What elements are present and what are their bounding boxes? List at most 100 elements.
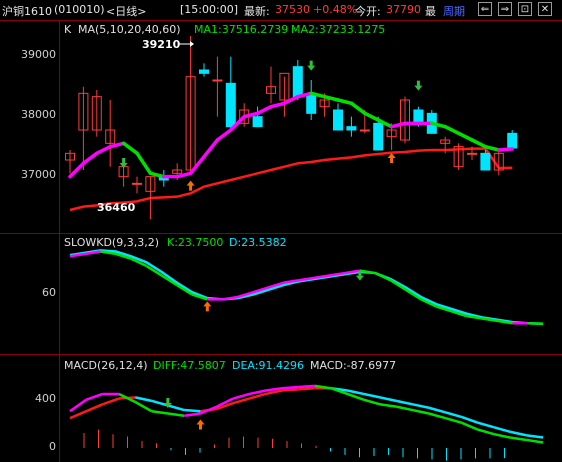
ma1-segment [81, 151, 99, 166]
ma1-segment [269, 101, 287, 109]
macd-diff-segment [69, 398, 88, 413]
macd-diff-segment [379, 403, 397, 408]
macd-diff-segment [281, 385, 299, 390]
macd-buy-arrow-icon [196, 419, 205, 430]
kd-d-line [69, 249, 544, 326]
kd-buy-arrow-icon [203, 301, 212, 312]
macd-diff-segment [183, 412, 201, 418]
slowkd-params-label: SLOWKD(9,3,3,2) [64, 236, 160, 249]
ma1-segment [135, 151, 153, 176]
ma1-segment [443, 124, 461, 136]
macd-params-label: MACD(26,12,4) [64, 359, 148, 372]
candle-body [306, 92, 317, 114]
macd-diff-segment [510, 436, 527, 442]
macd-diff-segment [395, 405, 413, 412]
ma1-segment [349, 101, 367, 116]
macd-diff-segment [477, 428, 495, 436]
candle-body [413, 109, 424, 124]
macd-dea-segment [298, 386, 315, 391]
macd-diff-segment [167, 412, 185, 418]
kd-k-value: K:23.7500 [167, 236, 224, 249]
macd-dea-segment [395, 399, 413, 406]
candle-body [373, 122, 384, 151]
macd-dea-segment [526, 434, 544, 439]
macd-diff-segment [444, 416, 462, 424]
macd-diff-segment [134, 400, 153, 413]
ma1-segment [202, 138, 220, 159]
buy-arrow-icon [186, 180, 195, 191]
macd-diff-segment [298, 384, 315, 389]
macd-diff-segment [151, 409, 169, 415]
macd-dea-segment [428, 406, 446, 414]
ma1-segment [322, 94, 340, 102]
macd-dea-segment [444, 411, 462, 419]
macd-dea-value: DEA:91.4296 [232, 359, 304, 372]
low-annotation: 36460 [97, 201, 136, 214]
buy-arrow-icon [387, 153, 396, 163]
macd-dea-segment [493, 426, 511, 434]
candle-body [467, 152, 477, 155]
candle-body [333, 109, 343, 131]
chart-canvas[interactable] [0, 0, 562, 462]
macd-dea-segment [69, 410, 87, 420]
ma1-segment [121, 141, 139, 156]
macd-diff-segment [412, 408, 430, 415]
high-annotation: 39210 [142, 38, 181, 51]
kd-d-value: D:23.5382 [229, 236, 287, 249]
candle-body [199, 69, 209, 74]
ma1-segment [470, 138, 488, 149]
macd-dea-segment [281, 388, 299, 392]
macd-diff-segment [428, 412, 446, 420]
candle-body [507, 132, 518, 149]
ma1-segment [497, 147, 514, 152]
k-indicator-label: K [64, 23, 72, 36]
high-pointer-icon [190, 41, 194, 47]
macd-dea-segment [461, 415, 479, 424]
candle-body [252, 116, 263, 128]
macd-macd-value: MACD:-87.6977 [310, 359, 397, 372]
candle-body [346, 126, 357, 131]
ma1-segment [255, 104, 273, 116]
macd-diff-segment [526, 438, 544, 444]
ma1-segment [188, 154, 206, 176]
macd-diff-segment [232, 392, 250, 400]
ma1-segment [363, 111, 380, 122]
ma-params-label: MA(5,10,20,40,60) [78, 23, 181, 36]
ma1-segment [215, 128, 233, 142]
macd-dea-segment [85, 403, 104, 413]
macd-dea-segment [347, 389, 364, 396]
macd-dea-segment [167, 404, 185, 412]
macd-dea-segment [232, 397, 250, 405]
macd-diff-segment [493, 432, 511, 439]
macd-diff-value: DIFF:47.5807 [153, 359, 226, 372]
ma1-segment [456, 131, 474, 142]
candle-body [292, 66, 303, 98]
candle-body [132, 182, 142, 185]
ma1-segment [389, 121, 407, 129]
ma1-segment [336, 98, 354, 106]
kd-k-segment [374, 271, 391, 282]
ma2-value: MA2:37233.1275 [291, 23, 386, 36]
sell-arrow-icon [307, 60, 316, 71]
macd-dea-segment [363, 392, 381, 399]
macd-dea-segment [477, 421, 495, 429]
sell-arrow-icon [414, 80, 423, 91]
macd-diff-segment [363, 398, 381, 406]
macd-dea-segment [379, 396, 397, 403]
candle-body [212, 79, 223, 82]
ma2-line [69, 147, 513, 212]
candle-body [225, 82, 236, 128]
macd-diff-segment [85, 392, 104, 401]
macd-dea-segment [184, 408, 201, 413]
candle-body [480, 152, 491, 171]
macd-diff-segment [460, 421, 479, 431]
ma1-segment [95, 144, 112, 156]
macd-dea-segment [510, 430, 527, 437]
macd-diff-segment [346, 392, 365, 401]
macd-dea-segment [412, 403, 430, 409]
macd-dea-segment [134, 396, 152, 403]
ma1-segment [68, 161, 86, 179]
ma1-value: MA1:37516.2739 [194, 23, 289, 36]
candle-body [359, 129, 370, 132]
macd-dea-segment [102, 397, 120, 406]
